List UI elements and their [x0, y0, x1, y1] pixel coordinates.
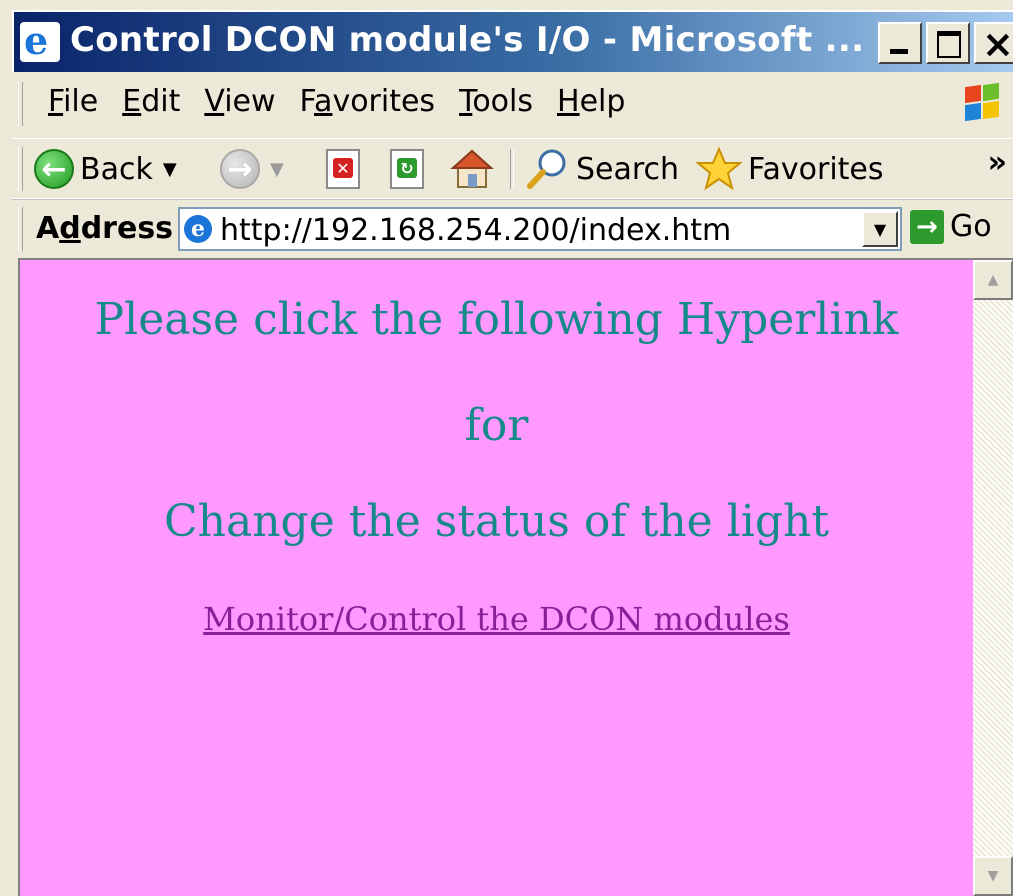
close-icon: × — [982, 22, 1013, 66]
address-label: Address — [36, 211, 174, 246]
menu-item-help[interactable]: Help — [545, 84, 637, 119]
menu-item-tools[interactable]: Tools — [447, 84, 545, 119]
address-bar: Address e http://192.168.254.200/index.h… — [12, 198, 1013, 257]
toolbar-overflow-icon[interactable]: » — [988, 145, 1007, 180]
scroll-up-icon: ▲ — [987, 272, 999, 288]
windows-logo-icon — [963, 82, 1001, 122]
ie-logo-icon: e — [20, 18, 60, 63]
address-input[interactable]: e http://192.168.254.200/index.htm ▼ — [178, 207, 902, 251]
dcon-modules-link[interactable]: Monitor/Control the DCON modules — [203, 600, 790, 638]
link-container: Monitor/Control the DCON modules — [20, 600, 973, 638]
menu-bar: File Edit View Favorites Tools Help — [12, 72, 1013, 139]
search-icon — [527, 149, 566, 189]
search-label: Search — [576, 151, 680, 187]
stop-icon: ✕ — [326, 149, 360, 189]
refresh-button[interactable]: ↻ — [390, 147, 424, 191]
instruction-line-1: Please click the following Hyperlink — [94, 294, 899, 345]
menu-item-view[interactable]: View — [192, 84, 287, 119]
favorites-button[interactable]: Favorites — [696, 147, 884, 191]
scroll-up-button[interactable]: ▲ — [973, 260, 1013, 300]
window-title: Control DCON module's I/O - Microsoft ..… — [70, 20, 865, 60]
forward-arrow-icon: → — [220, 149, 260, 189]
menu-items: File Edit View Favorites Tools Help — [36, 84, 637, 119]
browser-window: e Control DCON module's I/O - Microsoft … — [12, 10, 1013, 896]
close-button[interactable]: × — [974, 22, 1013, 66]
back-arrow-icon: ← — [34, 149, 74, 189]
scroll-down-button[interactable]: ▼ — [973, 856, 1013, 896]
menu-item-edit[interactable]: Edit — [110, 84, 192, 119]
favorites-label: Favorites — [748, 151, 884, 187]
title-bar[interactable]: e Control DCON module's I/O - Microsoft … — [12, 10, 1013, 72]
refresh-icon: ↻ — [390, 149, 424, 189]
star-icon — [696, 147, 742, 191]
toolbar-grip[interactable] — [18, 207, 23, 251]
home-button[interactable] — [450, 147, 494, 191]
instruction-line-2: for — [464, 400, 529, 451]
toolbar-grip[interactable] — [18, 147, 23, 191]
chevron-down-icon: ▼ — [873, 219, 887, 239]
toolbar-grip[interactable] — [18, 82, 23, 126]
instruction-line-3: Change the status of the light — [163, 496, 830, 547]
stop-button[interactable]: ✕ — [326, 147, 360, 191]
page-icon: e — [184, 215, 212, 243]
forward-button[interactable]: → ▼ — [220, 147, 284, 191]
toolbar-separator — [510, 149, 514, 189]
standard-toolbar: ← Back ▼ → ▼ ✕ ↻ Search Favorites » — [12, 138, 1013, 200]
menu-item-favorites[interactable]: Favorites — [288, 84, 448, 119]
go-button[interactable]: → Go — [910, 209, 992, 244]
back-button[interactable]: ← Back ▼ — [34, 147, 177, 191]
home-icon — [450, 149, 494, 188]
vertical-scrollbar[interactable]: ▲ ▼ — [973, 260, 1013, 896]
address-url[interactable]: http://192.168.254.200/index.htm — [220, 213, 731, 248]
minimize-button[interactable] — [878, 22, 922, 64]
page-content: Please click the following Hyperlink for… — [20, 260, 973, 896]
menu-item-file[interactable]: File — [36, 84, 110, 119]
address-dropdown-button[interactable]: ▼ — [862, 211, 898, 247]
maximize-button[interactable] — [926, 22, 970, 64]
search-button[interactable]: Search — [524, 147, 679, 191]
content-frame: Please click the following Hyperlink for… — [18, 258, 1013, 896]
back-dropdown-icon[interactable]: ▼ — [163, 159, 177, 180]
go-arrow-icon: → — [910, 209, 944, 244]
scroll-down-icon: ▼ — [987, 868, 999, 884]
go-label: Go — [950, 209, 992, 244]
forward-dropdown-icon[interactable]: ▼ — [270, 159, 284, 180]
back-label: Back — [80, 151, 153, 187]
